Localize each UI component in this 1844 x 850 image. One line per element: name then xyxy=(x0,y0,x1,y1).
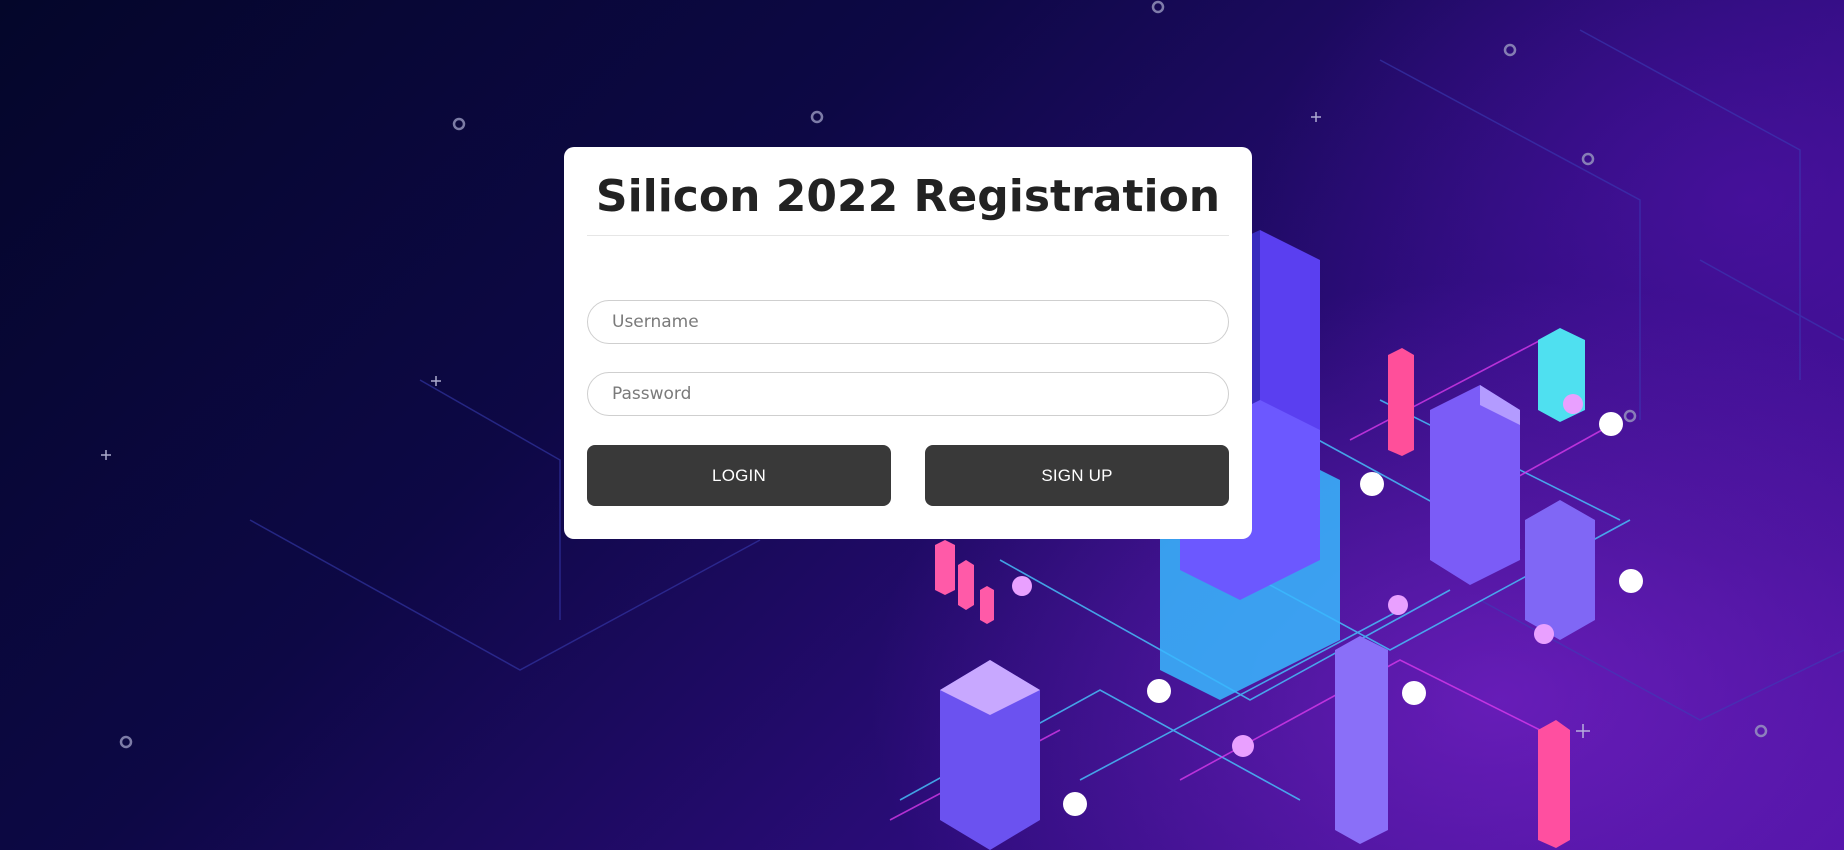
password-input[interactable] xyxy=(587,372,1229,416)
page-title: Silicon 2022 Registration xyxy=(595,171,1221,222)
username-input[interactable] xyxy=(587,300,1229,344)
registration-card: Silicon 2022 Registration LOGIN SIGN UP xyxy=(564,147,1252,539)
chart-icon xyxy=(1402,681,1426,705)
location-pin-icon xyxy=(1147,679,1171,703)
home-icon xyxy=(1619,569,1643,593)
signup-button[interactable]: SIGN UP xyxy=(925,445,1229,506)
facebook-icon xyxy=(1063,792,1087,816)
login-button[interactable]: LOGIN xyxy=(587,445,891,506)
button-row: LOGIN SIGN UP xyxy=(587,445,1229,506)
title-divider xyxy=(587,235,1229,236)
shield-icon xyxy=(1360,472,1384,496)
thermometer-icon xyxy=(1599,412,1623,436)
